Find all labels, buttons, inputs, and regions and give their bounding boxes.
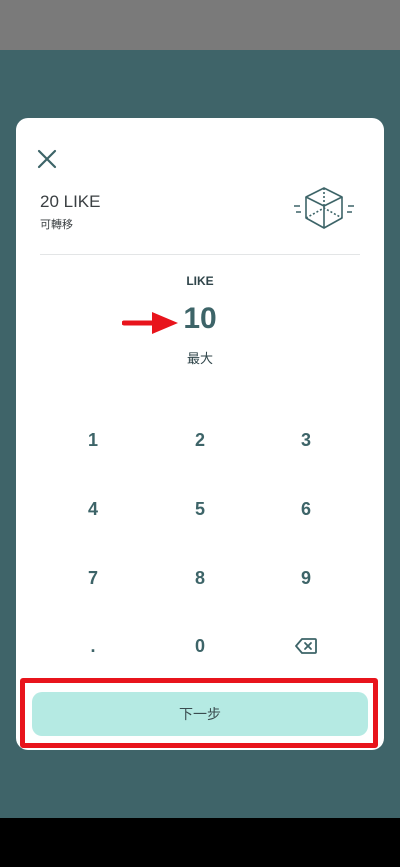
cube-icon — [294, 187, 354, 229]
status-bar — [0, 0, 400, 50]
max-button[interactable]: 最大 — [16, 348, 384, 367]
red-arrow-annotation — [122, 312, 178, 334]
key-0[interactable]: 0 — [160, 622, 240, 670]
transferable-amount: 20 LIKE — [40, 192, 101, 211]
key-6[interactable]: 6 — [266, 485, 346, 533]
transferable-label: 可轉移 — [40, 218, 73, 231]
key-7[interactable]: 7 — [53, 554, 133, 602]
amount-display: 10 — [183, 302, 217, 335]
close-button[interactable] — [34, 146, 60, 172]
backspace-icon — [295, 638, 317, 654]
transfer-amount-dialog: 20 LIKE 可轉移 LIKE 10 最大 1 2 3 4 5 6 7 8 9… — [16, 118, 384, 750]
header-divider — [40, 254, 360, 255]
key-2[interactable]: 2 — [160, 416, 240, 464]
currency-unit: LIKE — [186, 274, 214, 288]
backspace-button[interactable] — [266, 622, 346, 670]
key-9[interactable]: 9 — [266, 554, 346, 602]
key-3[interactable]: 3 — [266, 416, 346, 464]
key-5[interactable]: 5 — [160, 485, 240, 533]
key-decimal[interactable]: . — [53, 622, 133, 670]
key-4[interactable]: 4 — [53, 485, 133, 533]
key-8[interactable]: 8 — [160, 554, 240, 602]
system-nav-bar — [0, 818, 400, 867]
close-icon — [37, 149, 57, 169]
next-step-button[interactable]: 下一步 — [32, 692, 368, 736]
key-1[interactable]: 1 — [53, 416, 133, 464]
